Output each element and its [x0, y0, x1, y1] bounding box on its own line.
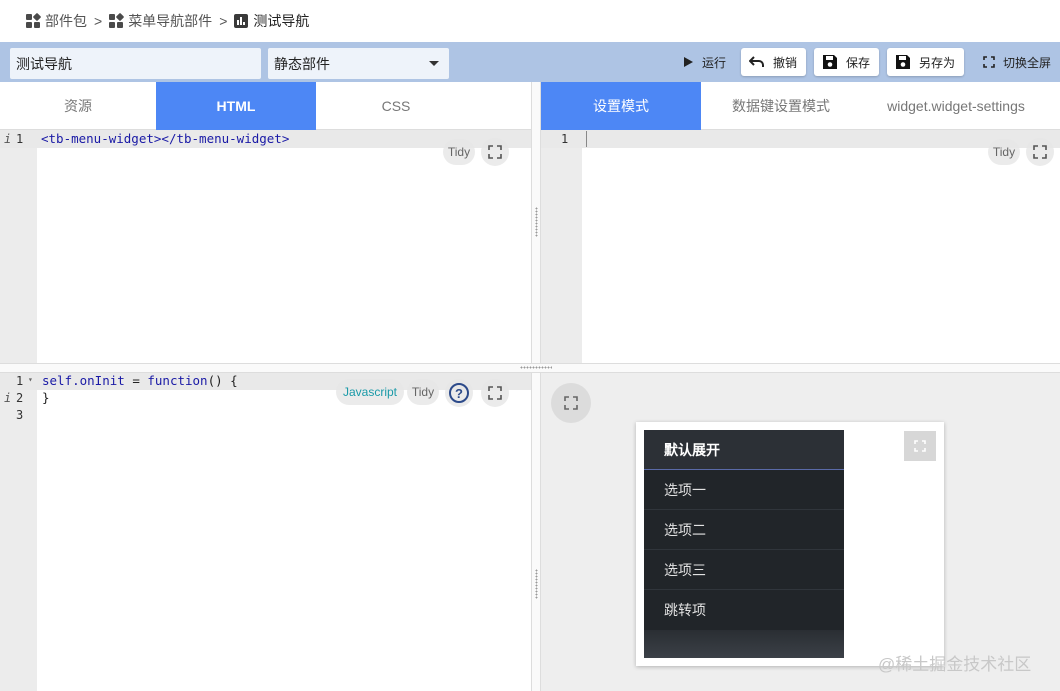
line-number: 2: [16, 391, 24, 405]
fold-arrow-icon[interactable]: ▾: [28, 375, 33, 384]
help-button[interactable]: ?: [445, 379, 473, 407]
breadcrumb-item-widget-bundles[interactable]: 部件包: [26, 11, 87, 31]
menu-header[interactable]: 默认展开: [644, 430, 844, 470]
chevron-down-icon: [429, 61, 439, 66]
breadcrumb-label: 测试导航: [253, 13, 310, 29]
fullscreen-icon: [914, 440, 926, 452]
drag-handle-icon: [535, 569, 538, 599]
play-icon: [684, 57, 693, 67]
line-gutter: [0, 130, 37, 363]
tab-html[interactable]: HTML: [156, 82, 316, 130]
active-line-highlight: [541, 130, 1060, 148]
horizontal-splitter[interactable]: [0, 363, 1060, 373]
breadcrumb-separator: >: [219, 13, 228, 29]
line-number: 1: [561, 132, 569, 146]
tab-css[interactable]: CSS: [316, 82, 476, 130]
info-marker: i: [4, 132, 12, 146]
menu-footer: [644, 630, 844, 658]
nav-menu: 默认展开 选项一 选项二 选项三 跳转项: [644, 430, 844, 658]
breadcrumb-separator: >: [94, 13, 103, 29]
save-icon: [896, 55, 910, 69]
vertical-splitter[interactable]: [531, 82, 541, 363]
menu-item[interactable]: 选项二: [644, 510, 844, 550]
tidy-button[interactable]: Tidy: [443, 139, 475, 165]
code-token: =: [124, 373, 148, 388]
js-code-line[interactable]: self.onInit = function() {: [42, 373, 238, 388]
tab-widget-settings[interactable]: widget.widget-settings: [861, 82, 1051, 130]
menu-item[interactable]: 跳转项: [644, 590, 844, 630]
menu-item[interactable]: 选项三: [644, 550, 844, 590]
code-token: </tb-menu-widget>: [161, 131, 290, 146]
breadcrumb-label: 部件包: [45, 13, 87, 29]
fullscreen-icon: [488, 386, 502, 400]
widget-name-input[interactable]: [10, 48, 261, 79]
code-token: () {: [207, 373, 238, 388]
code-token: <tb-menu-widget>: [41, 131, 162, 146]
chart-icon: [234, 14, 249, 28]
editor-fullscreen-button[interactable]: [481, 379, 509, 407]
html-code-line[interactable]: <tb-menu-widget></tb-menu-widget>: [41, 131, 289, 146]
drag-handle-icon: [520, 366, 552, 369]
save-label: 保存: [846, 55, 871, 70]
widgets-icon: [109, 12, 125, 28]
tab-resources[interactable]: 资源: [0, 82, 156, 130]
widgets-icon: [26, 12, 42, 28]
widget-type-value: 静态部件: [274, 55, 330, 72]
tidy-button[interactable]: Tidy: [988, 139, 1020, 165]
editor-fullscreen-button[interactable]: [481, 138, 509, 166]
run-label: 运行: [702, 55, 727, 70]
editor-toolbar: 静态部件 运行 撤销 保存 另存为 切换全屏: [0, 42, 1060, 82]
html-panel-tabs: 资源 HTML CSS: [0, 82, 531, 130]
tidy-button[interactable]: Tidy: [407, 379, 439, 405]
toggle-fullscreen-button[interactable]: 切换全屏: [975, 48, 1059, 76]
fullscreen-icon: [564, 396, 578, 410]
watermark: @稀土掘金技术社区: [878, 655, 1032, 674]
run-button[interactable]: 运行: [674, 48, 734, 76]
save-as-button[interactable]: 另存为: [887, 48, 964, 76]
undo-label: 撤销: [773, 55, 798, 70]
code-token: function: [147, 373, 208, 388]
save-button[interactable]: 保存: [814, 48, 879, 76]
help-icon: ?: [449, 383, 469, 403]
settings-editor-panel: 设置模式 数据键设置模式 widget.widget-settings 1 Ti…: [541, 82, 1060, 363]
save-icon: [823, 55, 837, 69]
fullscreen-label: 切换全屏: [1003, 55, 1052, 70]
vertical-splitter[interactable]: [531, 373, 541, 691]
save-as-label: 另存为: [919, 55, 956, 70]
editor-fullscreen-button[interactable]: [1026, 138, 1054, 166]
breadcrumb-item-current: 测试导航: [234, 11, 309, 31]
code-token: self.onInit: [42, 373, 125, 388]
fullscreen-icon: [1033, 145, 1047, 159]
card-fullscreen-button[interactable]: [904, 431, 936, 461]
js-editor-panel: 1 ▾ i 2 3 self.onInit = function() { } J…: [0, 373, 531, 691]
line-number: 3: [16, 408, 24, 422]
breadcrumb: 部件包 > 菜单导航部件 > 测试导航: [0, 0, 1060, 42]
breadcrumb-label: 菜单导航部件: [128, 13, 213, 29]
settings-panel-tabs: 设置模式 数据键设置模式 widget.widget-settings: [541, 82, 1060, 130]
text-cursor: [586, 131, 587, 147]
tab-settings-schema[interactable]: 设置模式: [541, 82, 701, 130]
widget-type-select[interactable]: 静态部件: [268, 48, 449, 79]
drag-handle-icon: [535, 207, 538, 237]
html-editor-panel: 资源 HTML CSS i 1 <tb-menu-widget></tb-men…: [0, 82, 531, 363]
preview-fullscreen-button[interactable]: [551, 383, 591, 423]
tab-datakey-settings-schema[interactable]: 数据键设置模式: [701, 82, 861, 130]
widget-preview-panel: 默认展开 选项一 选项二 选项三 跳转项: [541, 373, 1060, 691]
breadcrumb-item-menu-nav-widgets[interactable]: 菜单导航部件: [109, 11, 212, 31]
line-number: 1: [16, 374, 24, 388]
line-gutter: [541, 130, 582, 363]
language-label: Javascript: [336, 379, 404, 405]
line-number: 1: [16, 132, 24, 146]
undo-button[interactable]: 撤销: [741, 48, 806, 76]
info-marker: i: [4, 391, 12, 405]
menu-item[interactable]: 选项一: [644, 470, 844, 510]
fullscreen-icon: [488, 145, 502, 159]
fullscreen-icon: [983, 56, 995, 68]
undo-icon: [749, 56, 764, 67]
js-code-line[interactable]: }: [42, 390, 50, 405]
widget-card: 默认展开 选项一 选项二 选项三 跳转项: [636, 422, 944, 666]
